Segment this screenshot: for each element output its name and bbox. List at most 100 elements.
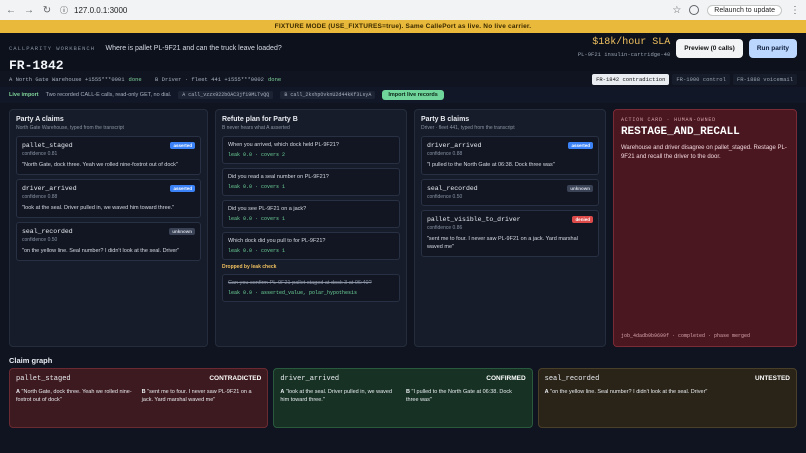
party-a-sub: North Gate Warehouse, typed from the tra… xyxy=(16,125,124,131)
claim-key: pallet_visible_to_driver xyxy=(426,216,521,223)
import-bar: Live import Two recorded CALL-E calls, r… xyxy=(0,87,806,103)
back-icon[interactable]: ← xyxy=(6,5,16,16)
action-job-status: job_4dadb9b9699f · completed · phase mer… xyxy=(620,333,750,339)
status-badge: denied xyxy=(572,216,593,223)
relaunch-button[interactable]: Relaunch to update xyxy=(707,4,782,16)
leak-score: leak 0.0 · covers 1 xyxy=(227,184,285,190)
refute-title: Refute plan for Party B xyxy=(221,116,298,123)
graph-quote-b: "sent me to four. I never saw PL-9F21 on… xyxy=(141,389,252,403)
question-text: When you arrived, which dock held PL-9F2… xyxy=(227,142,339,148)
refute-plan-panel: Refute plan for Party B B never hears wh… xyxy=(214,109,407,347)
graph-card-key: driver_arrived xyxy=(280,375,340,383)
refute-question: Did you see PL-9F21 on a jack? leak 0.0 ·… xyxy=(221,200,400,228)
question-text: Which dock did you pull to for PL-9F21? xyxy=(227,238,326,244)
case-question: Where is pallet PL-9F21 and can the truc… xyxy=(105,45,282,52)
url-text: 127.0.0.1:3000 xyxy=(74,5,128,15)
status-badge: asserted xyxy=(170,185,195,192)
graph-card-key: seal_recorded xyxy=(544,375,600,383)
question-text: Can you confirm PL-9F21 pallet staged at… xyxy=(227,280,372,286)
claim-card: driver_arrived asserted confidence 0.88 "… xyxy=(420,136,599,175)
party-b-sub: Driver · fleet 441, typed from the trans… xyxy=(420,125,515,131)
claim-card: pallet_staged asserted confidence 0.81 "N… xyxy=(16,136,201,175)
party-b-title: Party B claims xyxy=(420,116,470,123)
status-badge: asserted xyxy=(170,142,195,149)
dropped-question: Can you confirm PL-9F21 pallet staged at… xyxy=(221,274,400,302)
address-bar[interactable]: ⓘ 127.0.0.1:3000 xyxy=(60,5,664,16)
leak-score: leak 0.0 · covers 2 xyxy=(227,152,285,158)
claim-quote: "on the yellow line. Seal number? I didn… xyxy=(22,248,180,254)
forward-icon[interactable]: → xyxy=(24,5,34,16)
action-card-label: ACTION CARD · HUMAN-OWNED xyxy=(620,117,716,123)
dropped-label: Dropped by leak check xyxy=(221,264,277,270)
leak-score: leak 0.0 · covers 1 xyxy=(227,216,285,222)
claim-quote: "sent me to four. I never saw PL-9F21 on… xyxy=(426,236,578,250)
graph-quote-b: "I pulled to the North Gate at 06:38. Do… xyxy=(406,389,512,403)
graph-card-status: CONFIRMED xyxy=(486,375,526,382)
status-badge: unknown xyxy=(567,185,593,192)
refute-sub: B never hears what A asserted xyxy=(221,125,290,131)
claim-graph-title: Claim graph xyxy=(9,356,53,365)
site-info-icon[interactable]: ⓘ xyxy=(60,5,68,16)
graph-card-status: UNTESTED xyxy=(754,375,790,382)
profile-avatar[interactable] xyxy=(689,5,700,15)
graph-quote-a: "on the yellow line. Seal number? I didn… xyxy=(550,389,708,395)
graph-card-seal-recorded: seal_recorded UNTESTED A "on the yellow l… xyxy=(537,368,797,428)
app-brand: CALLPARITY WORKBENCH xyxy=(9,45,96,52)
party-b-label: B Driver · fleet 441 +1555***0002 xyxy=(155,75,264,83)
claim-key: pallet_staged xyxy=(22,142,73,149)
call-b-chip: B call_2kxhpOvknU2d44kKf3LsyA xyxy=(280,91,376,99)
sla-part: PL-9F21 insulin-cartridge-40 xyxy=(577,51,671,58)
import-label: Live import xyxy=(9,92,39,98)
graph-card-key: pallet_staged xyxy=(16,375,71,383)
party-a-panel: Party A claims North Gate Warehouse, typ… xyxy=(9,109,208,347)
graph-card-driver-arrived: driver_arrived CONFIRMED A "look at the s… xyxy=(273,368,533,428)
call-a-chip: A call_vzzx922bOAC3jf19MLTvQQ xyxy=(178,91,274,99)
refute-question: When you arrived, which dock held PL-9F2… xyxy=(221,136,400,164)
action-card: ACTION CARD · HUMAN-OWNED RESTAGE_AND_RE… xyxy=(612,109,797,347)
bookmark-star-icon[interactable]: ☆ xyxy=(672,5,681,16)
preview-button[interactable]: Preview (0 calls) xyxy=(676,39,743,58)
question-text: Did you see PL-9F21 on a jack? xyxy=(227,206,307,212)
claim-key: seal_recorded xyxy=(426,185,478,192)
import-desc: Two recorded CALL-E calls, read-only GET… xyxy=(45,92,172,98)
claim-key: seal_recorded xyxy=(22,228,73,235)
fixture-mode-banner: FIXTURE MODE (USE_FIXTURES=true). Same C… xyxy=(0,20,806,33)
claim-confidence: confidence 0.88 xyxy=(426,151,463,157)
graph-quote-a: "North Gate, dock three. Yeah we rolled … xyxy=(16,389,132,403)
status-badge: unknown xyxy=(169,228,195,235)
claim-card: driver_arrived asserted confidence 0.88 "… xyxy=(16,179,201,218)
parties-bar: A North Gate Warehouse +1555***0001 done … xyxy=(0,71,806,87)
claim-confidence: confidence 0.50 xyxy=(22,237,58,243)
tab-fr-1888[interactable]: FR-1888 voicemail xyxy=(732,73,797,85)
graph-card-pallet-staged: pallet_staged CONTRADICTED A "North Gate,… xyxy=(9,368,269,428)
graph-card-status: CONTRADICTED xyxy=(209,375,262,382)
claim-quote: "North Gate, dock three. Yeah we rolled … xyxy=(22,162,178,168)
claim-quote: "look at the seal. Driver pulled in, we … xyxy=(22,205,175,211)
action-title: RESTAGE_AND_RECALL xyxy=(620,126,740,138)
party-a-status: done xyxy=(128,75,142,83)
menu-kebab-icon[interactable]: ⋮ xyxy=(790,5,800,16)
claim-quote: "I pulled to the North Gate at 06:38. Do… xyxy=(426,162,555,168)
refute-question: Which dock did you pull to for PL-9F21? l… xyxy=(221,232,400,260)
graph-quote-a: "look at the seal. Driver pulled in, we … xyxy=(280,389,393,403)
browser-toolbar: ← → ↻ ⓘ 127.0.0.1:3000 ☆ Relaunch to upd… xyxy=(0,0,806,20)
tab-fr-1900[interactable]: FR-1900 control xyxy=(672,73,730,85)
claim-confidence: confidence 0.81 xyxy=(22,151,58,157)
party-a-label: A North Gate Warehouse +1555***0001 xyxy=(9,75,125,83)
import-live-records-button[interactable]: Import live records xyxy=(382,90,444,100)
tab-fr-1842[interactable]: FR-1842 contradiction xyxy=(592,73,670,85)
party-b-panel: Party B claims Driver · fleet 441, typed… xyxy=(413,109,606,347)
run-parity-button[interactable]: Run parity xyxy=(748,39,797,58)
action-desc: Warehouse and driver disagree on pallet_… xyxy=(620,145,787,160)
claim-card: seal_recorded unknown confidence 0.50 "on… xyxy=(16,222,201,261)
claim-key: driver_arrived xyxy=(22,185,77,192)
sla-rate: $18k/hour SLA xyxy=(592,37,671,48)
party-b-status: done xyxy=(267,75,282,83)
page-header: CALLPARITY WORKBENCH Where is pallet PL-… xyxy=(0,33,806,73)
reload-icon[interactable]: ↻ xyxy=(42,5,52,16)
leak-score: leak 0.0 · covers 1 xyxy=(227,248,285,254)
leak-score: leak 0.9 · asserted_value, polar_hypothe… xyxy=(227,290,357,296)
party-a-title: Party A claims xyxy=(16,116,64,123)
claim-confidence: confidence 0.86 xyxy=(426,225,463,231)
claim-key: driver_arrived xyxy=(426,142,482,149)
